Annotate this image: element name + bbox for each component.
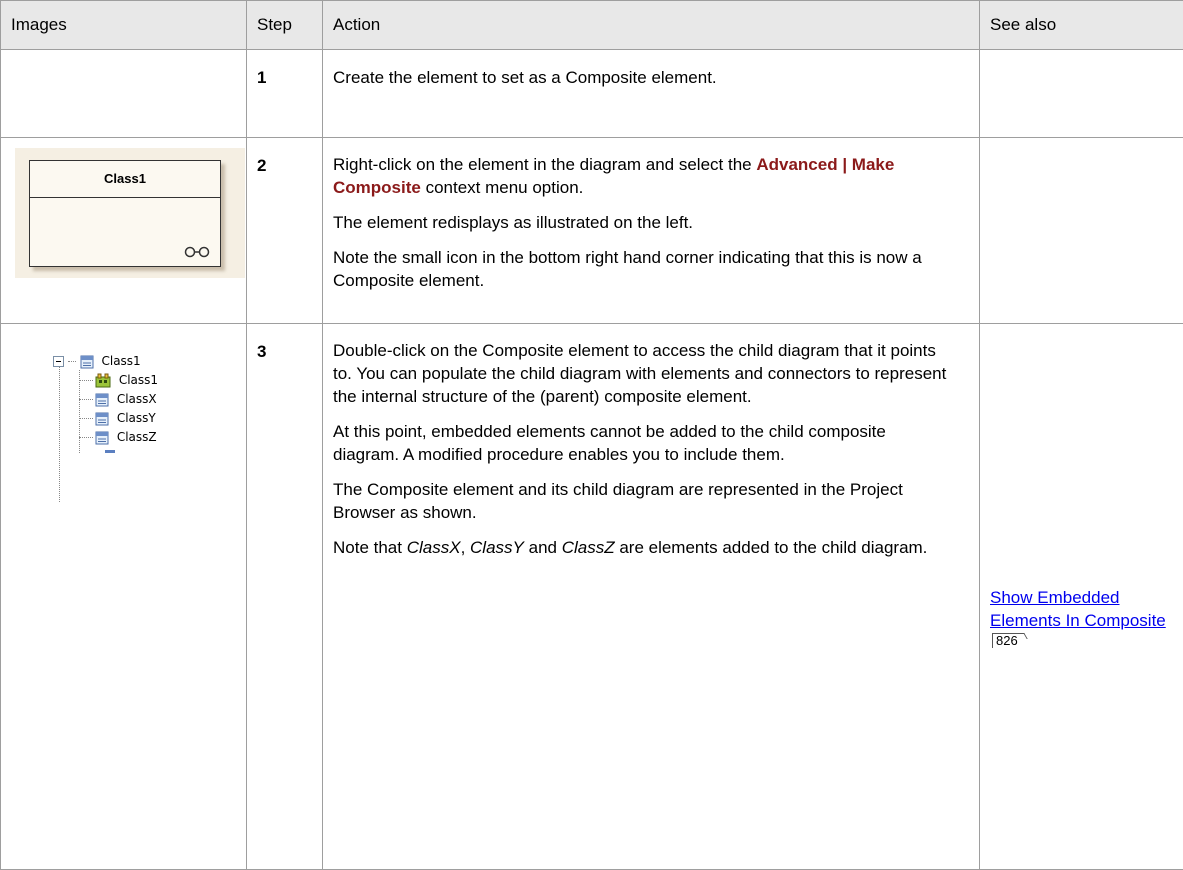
element-name: ClassY: [470, 538, 524, 557]
header-step: Step: [247, 1, 323, 50]
action-text: Right-click on the element in the diagra…: [333, 153, 951, 199]
tree-node-child[interactable]: Class1: [95, 371, 158, 389]
see-also-cell: [980, 138, 1183, 324]
header-row: Images Step Action See also: [1, 1, 1183, 50]
action-text: Note the small icon in the bottom right …: [333, 246, 951, 292]
table-row: Class1 Class1: [1, 324, 1183, 870]
cut-off-icon: [105, 450, 115, 453]
step-cell: 2: [247, 138, 323, 324]
see-also-link[interactable]: Show Embedded Elements In Composite: [990, 588, 1166, 630]
step-cell: 1: [247, 50, 323, 138]
steps-table: Images Step Action See also 1 Create the…: [0, 0, 1183, 870]
tree-node-label: ClassZ: [117, 430, 157, 444]
tree-node-label: Class1: [101, 354, 140, 368]
action-cell: Double-click on the Composite element to…: [323, 324, 980, 870]
tree-node-child[interactable]: ClassX: [95, 390, 157, 408]
action-text-part: and: [524, 538, 562, 557]
action-text-part: ,: [461, 538, 470, 557]
image-cell: Class1: [1, 138, 247, 324]
action-text: At this point, embedded elements cannot …: [333, 420, 951, 466]
step-number: 3: [247, 324, 322, 362]
tree-node-label: Class1: [119, 373, 158, 387]
image-cell: [1, 50, 247, 138]
table-row: 1 Create the element to set as a Composi…: [1, 50, 1183, 138]
action-text-part: are elements added to the child diagram.: [615, 538, 928, 557]
action-text: Create the element to set as a Composite…: [333, 66, 951, 89]
step-number: 2: [247, 138, 322, 176]
tree-node-root[interactable]: Class1: [53, 352, 141, 370]
image-cell: Class1 Class1: [1, 324, 247, 870]
header-see-also: See also: [980, 1, 1183, 50]
see-also-cell: [980, 50, 1183, 138]
class-icon: [95, 393, 109, 407]
class-icon: [80, 355, 94, 369]
diagram-icon: [95, 373, 111, 388]
action-text: The Composite element and its child diag…: [333, 478, 951, 524]
element-name: ClassX: [407, 538, 461, 557]
header-action: Action: [323, 1, 980, 50]
class-icon: [95, 431, 109, 445]
header-images: Images: [1, 1, 247, 50]
composite-glasses-icon: [184, 246, 210, 258]
step-cell: 3: [247, 324, 323, 870]
action-text: Double-click on the Composite element to…: [333, 339, 951, 408]
class-element-image: Class1: [15, 148, 245, 278]
action-text-part: context menu option.: [421, 178, 584, 197]
collapse-icon[interactable]: [53, 356, 64, 367]
tree-node-child[interactable]: ClassY: [95, 409, 156, 427]
action-cell: Right-click on the element in the diagra…: [323, 138, 980, 324]
class-icon: [95, 412, 109, 426]
action-text: The element redisplays as illustrated on…: [333, 211, 951, 234]
tree-node-label: ClassX: [117, 392, 157, 406]
class-element-box: Class1: [29, 160, 221, 267]
class-element-name: Class1: [30, 161, 220, 198]
action-text-part: Right-click on the element in the diagra…: [333, 155, 756, 174]
page-reference: 826: [992, 633, 1021, 648]
action-text: Note that ClassX, ClassY and ClassZ are …: [333, 536, 951, 559]
see-also-cell: Show Embedded Elements In Composite 826: [980, 324, 1183, 870]
element-name: ClassZ: [562, 538, 615, 557]
action-text-part: Note that: [333, 538, 407, 557]
project-browser-tree: Class1 Class1: [53, 352, 246, 502]
step-number: 1: [247, 50, 322, 88]
tree-node-label: ClassY: [117, 411, 156, 425]
tree-node-child[interactable]: ClassZ: [95, 428, 157, 446]
action-cell: Create the element to set as a Composite…: [323, 50, 980, 138]
table-row: Class1 2 Right-click on the element in t…: [1, 138, 1183, 324]
